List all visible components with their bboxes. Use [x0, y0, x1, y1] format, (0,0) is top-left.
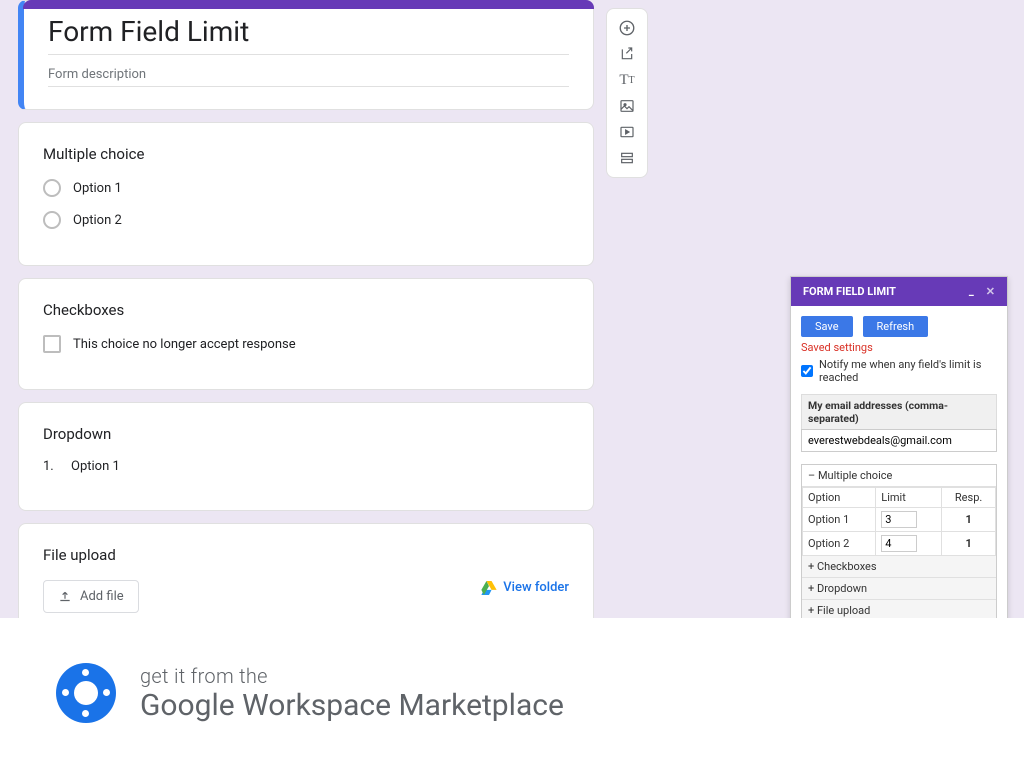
radio-icon: [43, 179, 61, 197]
question-title: File upload: [43, 546, 569, 564]
limit-input[interactable]: [881, 511, 917, 528]
col-limit: Limit: [876, 488, 942, 508]
option-label: This choice no longer accept response: [73, 337, 296, 352]
mc-option[interactable]: Option 2: [43, 211, 569, 229]
option-number: 1.: [43, 459, 61, 474]
add-image-button[interactable]: [612, 93, 642, 119]
col-option: Option: [803, 488, 876, 508]
upload-icon: [58, 590, 72, 604]
import-questions-button[interactable]: [612, 41, 642, 67]
table-row: Option 2 1: [803, 532, 996, 556]
footer-line2: Google Workspace Marketplace: [140, 688, 564, 723]
refresh-button[interactable]: Refresh: [863, 316, 929, 337]
addon-panel: FORM FIELD LIMIT _ ✕ Save Refresh Saved …: [790, 276, 1008, 656]
question-checkboxes[interactable]: Checkboxes This choice no longer accept …: [18, 278, 594, 390]
title-card[interactable]: Form Field Limit Form description: [18, 0, 594, 110]
limits-table: Option Limit Resp. Option 1 1 Option 2 1: [802, 487, 996, 556]
radio-icon: [43, 211, 61, 229]
table-row: Option 1 1: [803, 508, 996, 532]
cell-resp: 1: [942, 532, 996, 556]
add-video-button[interactable]: [612, 119, 642, 145]
drive-icon: [481, 581, 497, 595]
saved-message: Saved settings: [801, 341, 997, 354]
footer-banner: get it from the Google Workspace Marketp…: [0, 618, 1024, 768]
option-label: Option 1: [71, 459, 120, 474]
cell-option: Option 2: [803, 532, 876, 556]
add-file-button[interactable]: Add file: [43, 580, 139, 613]
view-folder-link[interactable]: View folder: [481, 580, 569, 595]
floating-toolbar: TT: [606, 8, 648, 178]
question-dropdown[interactable]: Dropdown 1. Option 1: [18, 402, 594, 511]
notify-checkbox[interactable]: [801, 365, 813, 377]
dd-option[interactable]: 1. Option 1: [43, 459, 569, 474]
add-question-button[interactable]: [612, 15, 642, 41]
add-section-button[interactable]: [612, 145, 642, 171]
question-title: Dropdown: [43, 425, 569, 443]
footer-text: get it from the Google Workspace Marketp…: [140, 664, 564, 723]
add-title-button[interactable]: TT: [612, 67, 642, 93]
panel-body: Save Refresh Saved settings Notify me wh…: [791, 306, 1007, 655]
form-description[interactable]: Form description: [48, 63, 569, 87]
minimize-icon[interactable]: _: [969, 285, 974, 298]
panel-header: FORM FIELD LIMIT _ ✕: [791, 277, 1007, 306]
footer-line1: get it from the: [140, 664, 564, 688]
view-folder-label: View folder: [503, 580, 569, 595]
option-label: Option 1: [73, 181, 122, 196]
cb-option[interactable]: This choice no longer accept response: [43, 335, 569, 353]
col-resp: Resp.: [942, 488, 996, 508]
accordion-header-mc[interactable]: – Multiple choice: [802, 465, 996, 487]
cell-resp: 1: [942, 508, 996, 532]
option-label: Option 2: [73, 213, 122, 228]
marketplace-icon: [56, 663, 116, 723]
accordion-header[interactable]: + Checkboxes: [802, 556, 996, 578]
add-file-label: Add file: [80, 589, 124, 604]
accordion-header[interactable]: + Dropdown: [802, 578, 996, 600]
question-multiple-choice[interactable]: Multiple choice Option 1 Option 2: [18, 122, 594, 266]
limit-input[interactable]: [881, 535, 917, 552]
mc-option[interactable]: Option 1: [43, 179, 569, 197]
checkbox-icon: [43, 335, 61, 353]
cell-option: Option 1: [803, 508, 876, 532]
email-input[interactable]: [801, 429, 997, 452]
save-button[interactable]: Save: [801, 316, 853, 337]
email-label: My email addresses (comma-separated): [801, 394, 997, 429]
question-title: Multiple choice: [43, 145, 569, 163]
panel-title: FORM FIELD LIMIT: [803, 285, 896, 298]
close-icon[interactable]: ✕: [986, 285, 995, 298]
notify-label: Notify me when any field's limit is reac…: [819, 358, 997, 384]
question-title: Checkboxes: [43, 301, 569, 319]
form-title[interactable]: Form Field Limit: [48, 15, 569, 55]
